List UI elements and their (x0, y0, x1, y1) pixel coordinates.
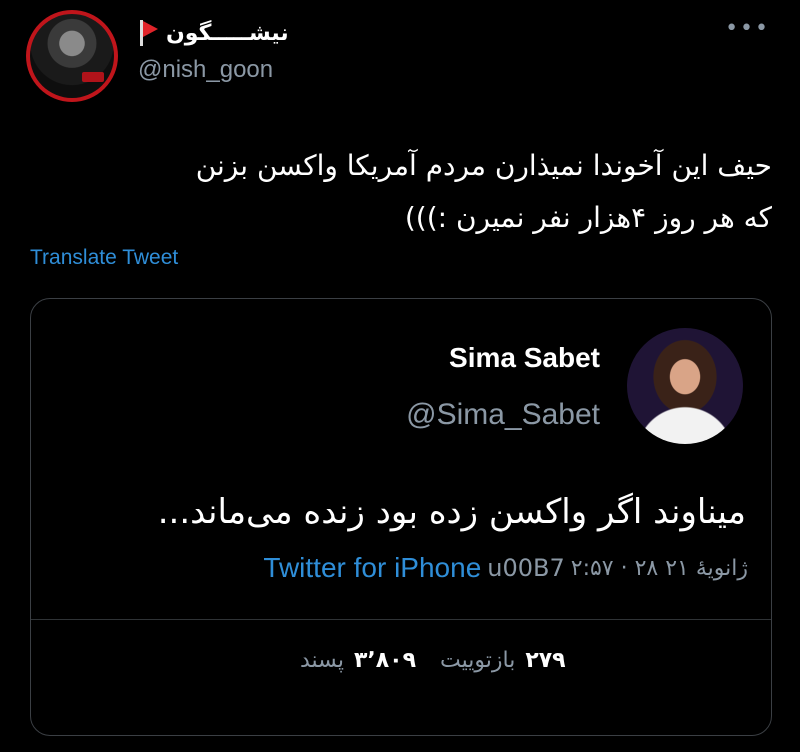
author-name-row[interactable]: نیشـــــگون (138, 16, 289, 50)
quoted-handle[interactable]: @Sima_Sabet (350, 398, 600, 432)
tweet-line-1: حیف این آخوندا نمیذارن مردم آمریکا واکسن… (195, 149, 772, 182)
retweets-label: بازتوییت (440, 648, 516, 673)
author-handle[interactable]: @nish_goon (138, 56, 273, 84)
quoted-name[interactable]: Sima Sabet (380, 342, 600, 374)
retweets-count: ۲۷۹ (525, 648, 566, 673)
divider (31, 619, 771, 620)
meta-separator: u00B7 (487, 554, 565, 582)
translate-tweet-link[interactable]: Translate Tweet (30, 246, 178, 270)
source-link[interactable]: Twitter for iPhone (263, 552, 481, 584)
tweet-line-2: که هر روز ۴هزار نفر نمیرن :))) (404, 201, 772, 234)
more-icon[interactable]: ••• (725, 16, 770, 41)
likes-count: ۳٬۸۰۹ (353, 648, 417, 673)
likes-stat[interactable]: ۳٬۸۰۹ پسند (300, 648, 416, 673)
retweets-stat[interactable]: ۲۷۹ بازتوییت (440, 648, 566, 673)
tweet-text: حیف این آخوندا نمیذارن مردم آمریکا واکسن… (30, 140, 772, 244)
flag-icon (138, 20, 160, 46)
quoted-meta: Twitter for iPhone u00B7 ۲:۵۷ · ۲۸ ژانوی… (160, 552, 748, 584)
quoted-avatar[interactable] (627, 328, 743, 444)
author-avatar[interactable] (26, 10, 118, 102)
timestamp[interactable]: ۲:۵۷ · ۲۸ ژانویهٔ ۲۱ (571, 556, 748, 581)
engagement-stats: ۲۷۹ بازتوییت ۳٬۸۰۹ پسند (300, 648, 748, 673)
author-display-name[interactable]: نیشـــــگون (166, 21, 289, 46)
likes-label: پسند (300, 648, 344, 673)
quoted-text: میناوند اگر واکسن زده بود زنده می‌ماند..… (157, 492, 746, 532)
